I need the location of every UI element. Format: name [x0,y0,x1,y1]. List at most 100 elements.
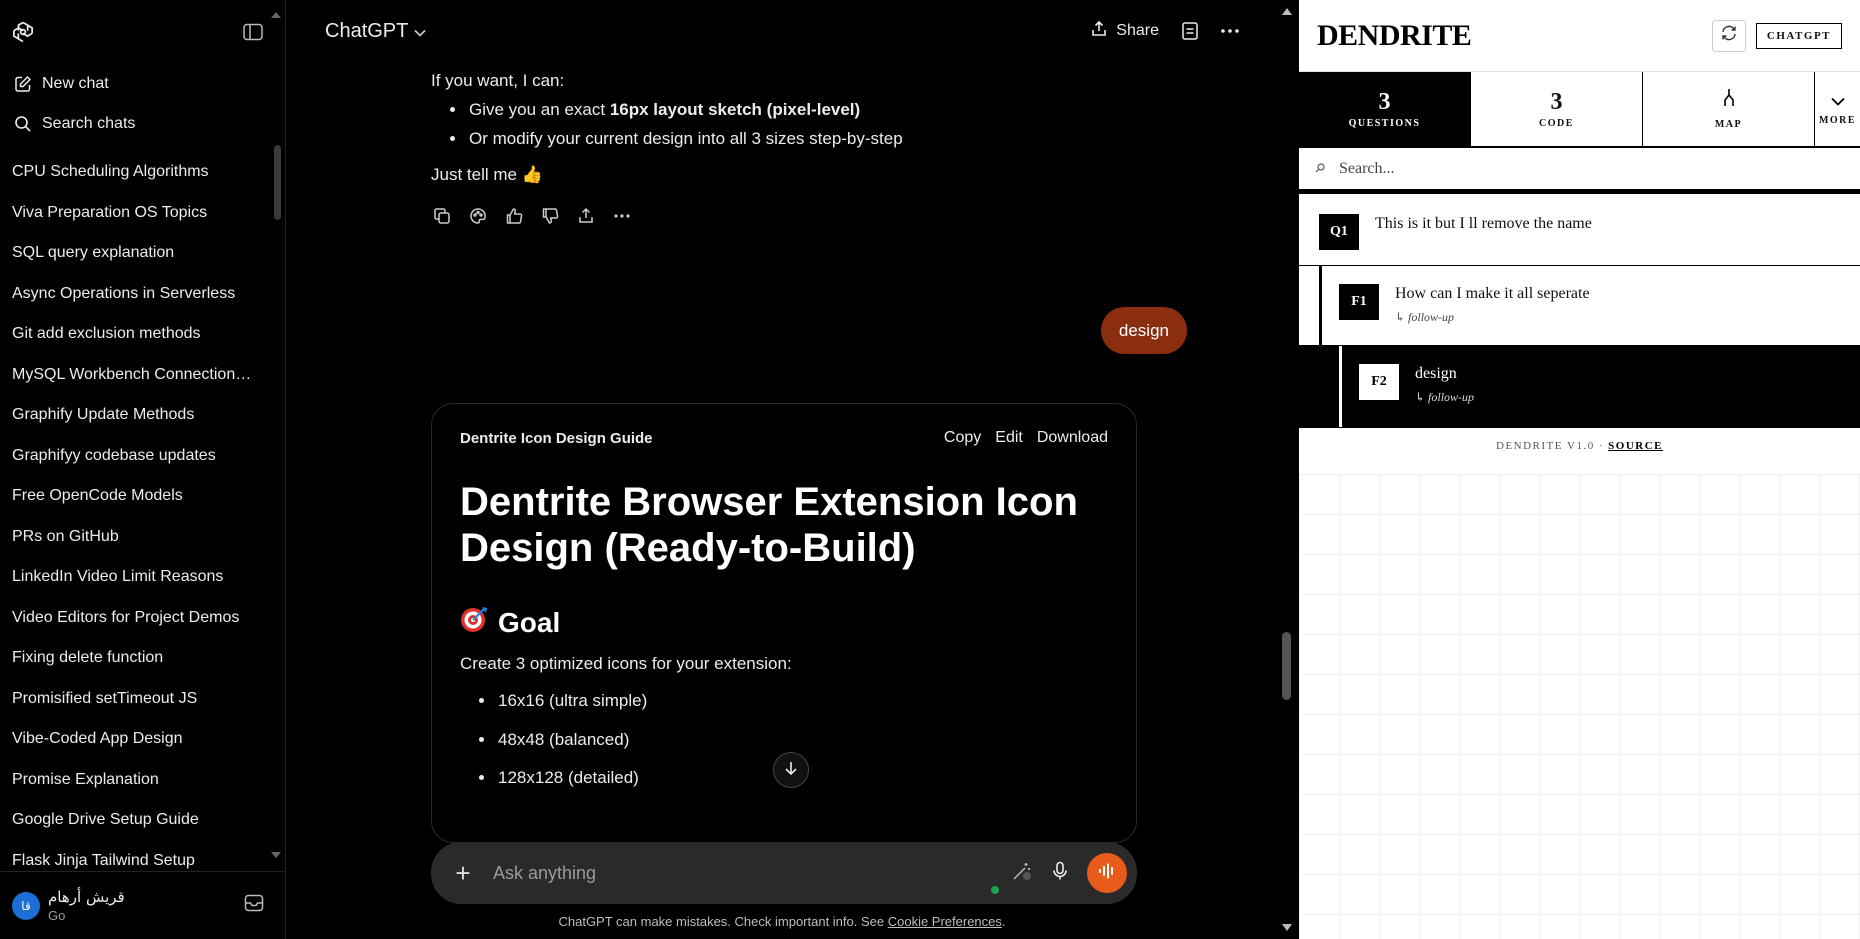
copy-button[interactable]: Copy [944,429,981,447]
thumbs-down-icon[interactable] [539,205,561,227]
main-scrollbar-thumb[interactable] [1282,632,1291,700]
top-bar: ChatGPT Share [287,0,1277,62]
follow-up-title: design [1415,365,1457,382]
chat-history-item[interactable]: SQL query explanation [0,233,275,274]
chat-history-item[interactable]: Graphify Update Methods [0,395,275,436]
chat-history-item[interactable]: Async Operations in Serverless [0,274,275,315]
follow-up-title: How can I make it all seperate [1395,285,1590,302]
disclaimer-text: ChatGPT can make mistakes. Check importa… [558,914,888,929]
cookie-preferences-link[interactable]: Cookie Preferences [888,914,1002,929]
chevron-down-icon [414,20,426,43]
version-text: DENDRITE V1.0 · [1496,440,1605,452]
tab-count: 3 [1378,88,1391,115]
disclaimer: ChatGPT can make mistakes. Check importa… [287,914,1277,929]
avatar[interactable]: قا [12,891,40,920]
user-profile[interactable]: قا قريش أرهام Go [0,871,286,939]
chat-history-item[interactable]: Viva Preparation OS Topics [0,193,275,234]
main-scrollbar[interactable] [1277,0,1297,939]
model-name: ChatGPT [325,19,409,42]
chat-history-item[interactable]: Fixing delete function [0,638,275,679]
canvas-title: Dentrite Icon Design Guide [460,429,653,447]
openai-logo-icon[interactable] [10,19,36,45]
tab-questions[interactable]: 3 QUESTIONS [1299,72,1471,146]
chat-history-list: CPU Scheduling Algorithms Viva Preparati… [0,152,275,870]
dendrite-header-actions: CHATGPT [1711,19,1842,52]
scroll-down-arrow[interactable] [1282,924,1292,931]
share-button[interactable]: Share [1090,20,1159,43]
scroll-up-arrow[interactable] [1282,8,1292,15]
voice-mode-button[interactable] [1087,853,1127,893]
status-dot [991,886,999,894]
scroll-to-bottom-button[interactable] [773,752,809,788]
chat-history-item[interactable]: CPU Scheduling Algorithms [0,152,275,193]
copy-icon[interactable] [431,205,453,227]
tab-more[interactable]: MORE [1815,72,1860,146]
share-label: Share [1116,22,1159,39]
sidebar-scroll-up[interactable] [271,12,281,18]
bullet-text: Give you an exact [469,100,610,119]
user-plan: Go [48,908,66,923]
magic-wand-icon[interactable] [1011,860,1033,887]
follow-up-badge: F2 [1359,364,1399,400]
main-chat-area: ChatGPT Share If you want, I can: • Give… [287,0,1277,939]
target-icon [460,605,488,640]
chat-history-item[interactable]: MySQL Workbench Connection… [0,355,275,396]
user-name: قريش أرهام [48,888,125,906]
source-link[interactable]: SOURCE [1608,440,1663,452]
new-chat-button[interactable]: New chat [0,64,285,104]
search-chats-button[interactable]: Search chats [0,104,285,144]
more-options-icon[interactable] [1221,29,1239,33]
chat-history-item[interactable]: Promise Explanation [0,760,275,801]
dendrite-search [1299,148,1860,194]
document-icon[interactable] [1181,21,1199,41]
sidebar-scrollbar-thumb[interactable] [274,145,281,220]
document-heading: Dentrite Browser Extension Icon Design (… [460,480,1078,570]
microphone-icon[interactable] [1051,861,1069,886]
follow-up-item-active[interactable]: F2 design ↳ follow-up [1299,346,1860,428]
question-item[interactable]: Q1 This is it but I ll remove the name [1299,196,1860,266]
sidebar-scroll-down[interactable] [271,852,281,858]
user-info: قريش أرهام Go [48,888,244,923]
dendrite-search-input[interactable] [1339,159,1844,178]
bullet-text: Or modify your current design into all 3… [469,129,903,148]
chat-history-item[interactable]: Google Drive Setup Guide [0,800,275,841]
thumbs-up-icon[interactable] [503,205,525,227]
edit-button[interactable]: Edit [995,429,1023,447]
sidebar: New chat Search chats CPU Scheduling Alg… [0,0,286,939]
chat-history-item[interactable]: Graphifyy codebase updates [0,436,275,477]
dendrite-logo: DENDRITE [1317,18,1472,52]
chat-history-item[interactable]: LinkedIn Video Limit Reasons [0,557,275,598]
chat-history-item[interactable]: PRs on GitHub [0,517,275,558]
tab-map[interactable]: MAP [1643,72,1815,146]
tab-label: MORE [1818,114,1857,126]
message-bullet: Or modify your current design into all 3… [467,124,1143,153]
follow-up-item[interactable]: F1 How can I make it all seperate ↳ foll… [1299,266,1860,346]
refresh-icon [1720,24,1738,47]
chat-history-item[interactable]: Flask Jinja Tailwind Setup [0,841,275,871]
section-heading: Goal [460,605,1108,640]
chat-history-item[interactable]: Vibe-Coded App Design [0,719,275,760]
bullet-bold-text: 16px layout sketch (pixel-level) [609,100,861,119]
palette-icon[interactable] [467,205,489,227]
dendrite-header: DENDRITE CHATGPT [1299,0,1860,72]
search-chats-label: Search chats [42,115,136,132]
disclaimer-end: . [1001,914,1006,929]
plus-icon[interactable]: + [451,860,475,886]
more-options-icon[interactable] [611,205,633,227]
chat-history-item[interactable]: Video Editors for Project Demos [0,598,275,639]
composer: + [431,842,1137,904]
invite-icon[interactable] [244,894,264,917]
chat-history-item[interactable]: Promisified setTimeout JS [0,679,275,720]
model-selector[interactable]: ChatGPT [325,20,426,43]
prompt-input[interactable] [493,862,1011,884]
refresh-button[interactable] [1711,19,1746,52]
chat-history-item[interactable]: Git add exclusion methods [0,314,275,355]
tab-code[interactable]: 3 CODE [1471,72,1643,146]
chat-history-item[interactable]: Free OpenCode Models [0,476,275,517]
sidebar-toggle-icon[interactable] [243,23,263,41]
follow-up-subtitle: ↳ follow-up [1415,390,1475,404]
composer-tools [1011,853,1127,893]
download-button[interactable]: Download [1037,429,1108,447]
chatgpt-button[interactable]: CHATGPT [1755,22,1842,49]
share-icon[interactable] [575,205,597,227]
